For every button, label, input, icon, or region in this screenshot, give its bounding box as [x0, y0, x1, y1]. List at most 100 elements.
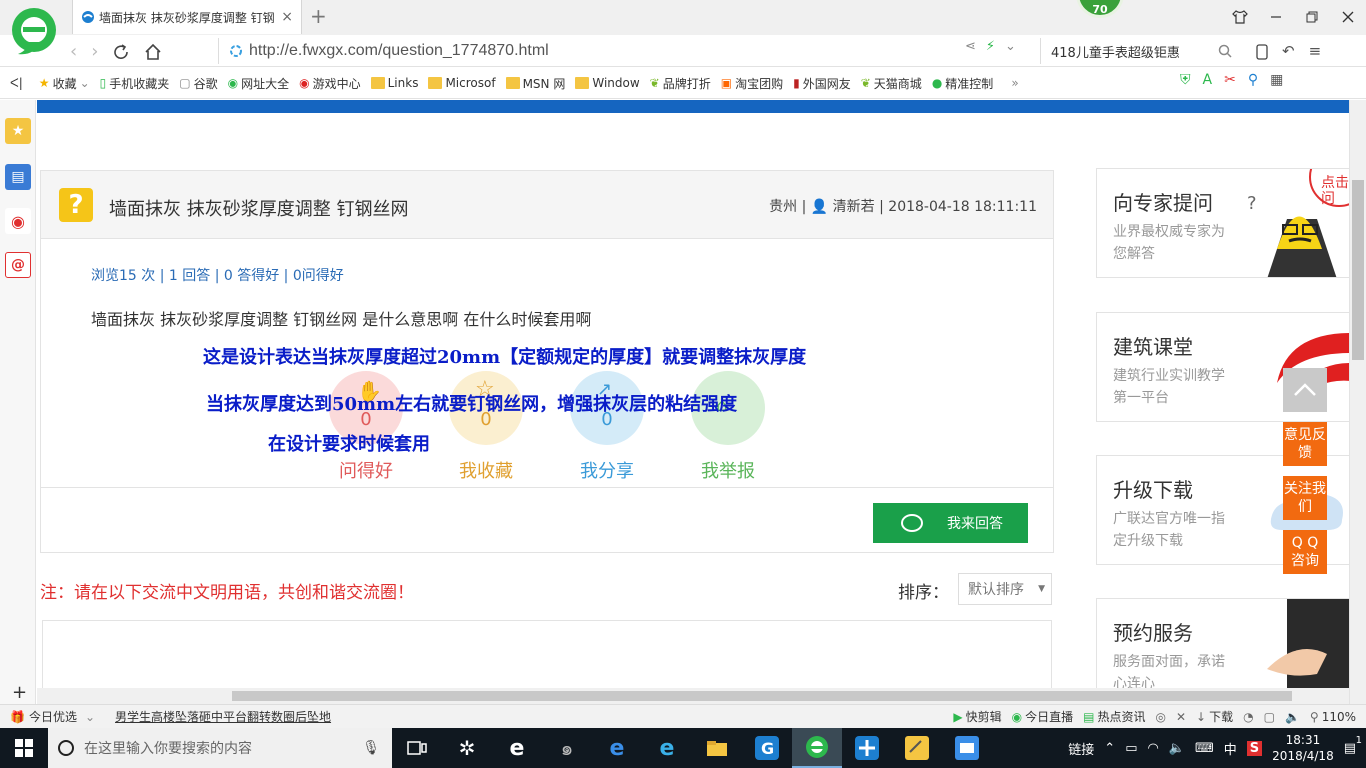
- share-icon[interactable]: ⋖: [965, 39, 976, 54]
- magnifier-icon[interactable]: ⚲: [1248, 72, 1258, 88]
- question-location[interactable]: 贵州: [769, 199, 797, 215]
- microphone-icon[interactable]: 🎙: [362, 740, 380, 756]
- chevron-up-icon[interactable]: ⌃: [1104, 741, 1115, 756]
- url-field[interactable]: http://e.fwxgx.com/question_1774870.html: [218, 38, 1038, 64]
- bookmark-microsoft[interactable]: Microsof: [428, 76, 496, 90]
- photo-app-icon[interactable]: [942, 728, 992, 768]
- tray-link[interactable]: 链接: [1068, 739, 1094, 758]
- sogou-icon[interactable]: S: [1246, 740, 1263, 756]
- question-author[interactable]: 清新若: [833, 199, 875, 215]
- minimize-icon[interactable]: [1258, 0, 1294, 34]
- weibo-icon[interactable]: ◉: [5, 208, 31, 234]
- browser-e-icon[interactable]: e: [492, 728, 542, 768]
- swirl-app-icon[interactable]: ๑: [542, 728, 592, 768]
- forward-icon[interactable]: ›: [91, 41, 98, 62]
- bookmarks-more-icon[interactable]: »: [1011, 76, 1018, 90]
- translate-icon[interactable]: A: [1203, 72, 1213, 88]
- volume-icon[interactable]: 🔈: [1285, 710, 1300, 724]
- bookmark-games[interactable]: ◉ 游戏中心: [299, 75, 361, 92]
- bookmark-google[interactable]: ▢ 谷歌: [179, 75, 217, 92]
- shirt-icon[interactable]: [1222, 0, 1258, 34]
- refresh-icon[interactable]: [112, 41, 130, 62]
- sort-select[interactable]: 默认排序 ▼: [958, 573, 1052, 605]
- bookmark-taobao[interactable]: ▣ 淘宝团购: [721, 75, 783, 92]
- chevron-down-icon[interactable]: ⌄: [1005, 39, 1016, 54]
- scrollbar-thumb[interactable]: [1352, 180, 1364, 360]
- hot-news[interactable]: ▤ 热点资讯: [1083, 708, 1145, 725]
- notification-icon[interactable]: ▤ 1: [1344, 735, 1362, 756]
- quick-edit[interactable]: ▶ 快剪辑: [953, 708, 1001, 725]
- bookmark-mobile[interactable]: ▯ 手机收藏夹: [100, 75, 170, 92]
- speed-icon[interactable]: ◎: [1155, 710, 1165, 724]
- search-input[interactable]: 418儿童手表超级钜惠: [1040, 38, 1240, 64]
- file-explorer-icon[interactable]: [692, 728, 742, 768]
- pinwheel-app-icon[interactable]: ✲: [442, 728, 492, 768]
- keyboard-icon[interactable]: ⌨: [1195, 741, 1214, 756]
- new-tab-button[interactable]: +: [310, 4, 327, 28]
- vertical-scrollbar[interactable]: [1349, 100, 1366, 704]
- bookmark-brand-sale[interactable]: ❦ 品牌打折: [650, 75, 711, 92]
- task-view-icon[interactable]: [392, 728, 442, 768]
- url-text[interactable]: http://e.fwxgx.com/question_1774870.html: [249, 42, 549, 60]
- add-sidebar-icon[interactable]: +: [12, 682, 27, 703]
- back-icon[interactable]: ‹: [70, 41, 77, 62]
- horizontal-scrollbar[interactable]: [37, 688, 1349, 704]
- zoom-control[interactable]: ⚲ 110%: [1310, 710, 1356, 724]
- email-icon[interactable]: @: [5, 252, 31, 278]
- 360-browser-taskbar-icon[interactable]: [792, 728, 842, 768]
- daily-pick[interactable]: 🎁 今日优选 ⌄: [10, 708, 95, 725]
- undo-icon[interactable]: ↶: [1282, 42, 1295, 60]
- notes-app-icon[interactable]: [892, 728, 942, 768]
- g-app-icon[interactable]: G: [742, 728, 792, 768]
- battery-icon[interactable]: ▭: [1125, 741, 1137, 756]
- clock[interactable]: 18:31 2018/4/18: [1272, 732, 1334, 764]
- edge-icon[interactable]: e: [592, 728, 642, 768]
- speaker-icon[interactable]: 🔈: [1169, 741, 1185, 756]
- follow-button[interactable]: 关注我们: [1283, 476, 1327, 520]
- ie-icon[interactable]: e: [642, 728, 692, 768]
- wifi-icon[interactable]: ◠: [1147, 741, 1158, 756]
- window-icon[interactable]: ▢: [1264, 710, 1275, 724]
- reading-list-icon[interactable]: ▤: [5, 164, 31, 190]
- qq-consult-button[interactable]: Q Q 咨询: [1283, 530, 1327, 574]
- bookmark-msn[interactable]: MSN 网: [505, 75, 565, 92]
- bookmark-links[interactable]: Links: [370, 76, 418, 90]
- feedback-button[interactable]: 意见反馈: [1283, 422, 1327, 466]
- bookmark-directory[interactable]: ◉ 网址大全: [228, 75, 290, 92]
- menu-icon[interactable]: ≡: [1309, 42, 1322, 60]
- card-ask-expert[interactable]: 向专家提问 业界最权威专家为您解答 ? 点击提问: [1096, 168, 1350, 278]
- taskbar-search-input[interactable]: 在这里输入你要搜索的内容 🎙: [48, 728, 392, 768]
- apps-grid-icon[interactable]: ▦: [1270, 72, 1283, 88]
- tab-close-icon[interactable]: ×: [281, 9, 293, 25]
- bookmark-windows[interactable]: Window: [575, 76, 640, 90]
- cross-app-icon[interactable]: [842, 728, 892, 768]
- tab-active[interactable]: 墙面抹灰 抹灰砂浆厚度调整 钉钢丝网 ×: [72, 0, 302, 34]
- scrollbar-thumb[interactable]: [232, 691, 1292, 701]
- scissors-icon[interactable]: ✂: [1224, 72, 1236, 88]
- mobile-icon[interactable]: [1256, 42, 1268, 60]
- browser-logo-icon[interactable]: [10, 6, 58, 58]
- card-appointment[interactable]: 预约服务 服务面对面，承诺心连心: [1096, 598, 1350, 693]
- shield-icon[interactable]: ⛨: [1180, 72, 1191, 88]
- news-headline[interactable]: 男学生高楼坠落砸中平台翻转数圈后坠地: [115, 708, 331, 725]
- sidebar-toggle-icon[interactable]: ᐸ|: [10, 76, 23, 90]
- favorites-star-icon[interactable]: ★: [5, 118, 31, 144]
- download[interactable]: ↓ 下载: [1196, 708, 1233, 725]
- lightning-icon[interactable]: ⚡: [986, 39, 995, 54]
- comment-area[interactable]: [42, 620, 1052, 690]
- bookmark-tmall[interactable]: ❦ 天猫商城: [861, 75, 922, 92]
- live-today[interactable]: ◉ 今日直播: [1012, 708, 1074, 725]
- history-icon[interactable]: ◔: [1243, 710, 1253, 724]
- bookmark-foreign[interactable]: ▮ 外国网友: [793, 75, 851, 92]
- restore-icon[interactable]: [1294, 0, 1330, 34]
- answer-button[interactable]: 我来回答: [873, 503, 1028, 543]
- close-window-icon[interactable]: [1330, 0, 1366, 34]
- search-text[interactable]: 418儿童手表超级钜惠: [1051, 42, 1180, 61]
- search-icon[interactable]: [1218, 44, 1232, 59]
- bookmark-favorites[interactable]: ★ 收藏 ⌄: [39, 75, 90, 92]
- home-icon[interactable]: [144, 41, 162, 62]
- tools-icon[interactable]: ✕: [1176, 710, 1186, 724]
- ime-indicator[interactable]: 中: [1224, 739, 1237, 758]
- windows-start-icon[interactable]: [0, 728, 48, 768]
- bookmark-precise[interactable]: ● 精准控制: [932, 75, 994, 92]
